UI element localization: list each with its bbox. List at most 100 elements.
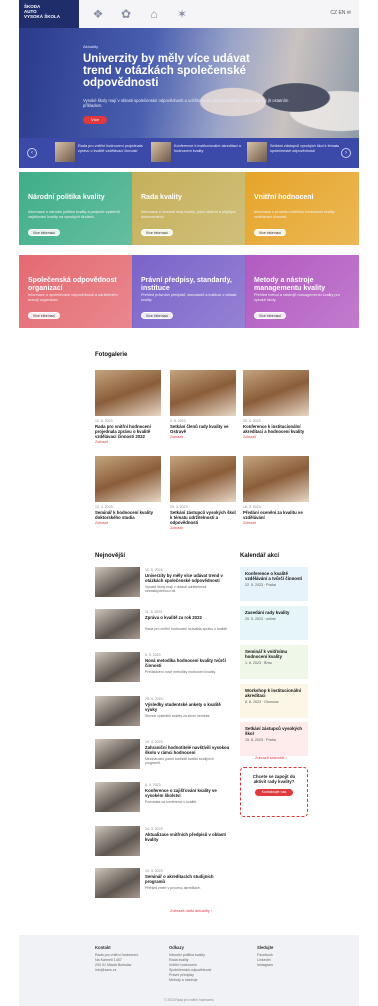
card-button[interactable]: Více informací bbox=[141, 229, 173, 236]
article-date: 24. 3. 2023 bbox=[145, 827, 163, 831]
article-item[interactable]: 5. 5. 2023 Nová metodika hodnocení kvalit… bbox=[95, 652, 230, 692]
nav-card[interactable]: Národní politika kvality Informace o náro… bbox=[19, 172, 133, 245]
gallery-title[interactable]: Setkání členů rady kvality ve Ostravě bbox=[170, 424, 236, 434]
article-title[interactable]: Seminář o akreditacích studijních progra… bbox=[145, 874, 230, 884]
article-image[interactable] bbox=[95, 696, 140, 726]
gallery-image[interactable] bbox=[95, 370, 161, 416]
chevron-right-icon[interactable]: › bbox=[341, 148, 351, 158]
gallery-tile[interactable]: 4. 5. 2023 Setkání členů rady kvality ve … bbox=[170, 370, 236, 439]
footer-heading: Odkazy bbox=[169, 945, 184, 950]
article-date: 15. 5. 2023 bbox=[145, 568, 163, 572]
event-title[interactable]: Zasedání rady kvality bbox=[245, 610, 303, 615]
event-card[interactable]: Konference o kvalitě vzdělávání a tvůrčí… bbox=[240, 567, 308, 601]
gallery-link[interactable]: Zobrazit bbox=[243, 435, 309, 439]
article-title[interactable]: Konference o zajišťování kvality ve vyso… bbox=[145, 788, 230, 798]
article-image[interactable] bbox=[95, 826, 140, 856]
gallery-link[interactable]: Zobrazit bbox=[243, 521, 309, 525]
gallery-date: 4. 5. 2023 bbox=[170, 419, 186, 423]
nav-card[interactable]: Vnitřní hodnocení Informace o procesu vni… bbox=[245, 172, 359, 245]
gallery-image[interactable] bbox=[243, 370, 309, 416]
article-title[interactable]: Aktualizace vnitřních předpisů v oblasti… bbox=[145, 832, 230, 842]
partner-logo-icon[interactable]: ⌂ bbox=[143, 7, 165, 21]
gallery-title[interactable]: Seminář k hodnocení kvality doktorského … bbox=[95, 510, 161, 520]
article-image[interactable] bbox=[95, 567, 140, 597]
article-item[interactable]: 19. 4. 2023 Zahraniční hodnotitelé navští… bbox=[95, 739, 230, 779]
strip-item[interactable]: Konference k institucionální akreditaci … bbox=[151, 142, 251, 164]
event-card[interactable]: Workshop k institucionální akreditaci 8. … bbox=[240, 684, 308, 718]
gallery-title[interactable]: Předání ocenění za kvalitu ve vzdělávání bbox=[243, 510, 309, 520]
gallery-tile[interactable]: 20. 4. 2023 Konference k institucionální … bbox=[243, 370, 309, 439]
gallery-link[interactable]: Zobrazit bbox=[170, 435, 236, 439]
event-title[interactable]: Seminář k vnitřnímu hodnocení kvality bbox=[245, 649, 303, 659]
gallery-tile[interactable]: 12. 5. 2023 Rada pro vnitřní hodnocení pr… bbox=[95, 370, 161, 444]
gallery-link[interactable]: Zobrazit bbox=[95, 521, 161, 525]
article-image[interactable] bbox=[95, 782, 140, 812]
article-item[interactable]: 15. 5. 2023 Univerzity by měly více udáva… bbox=[95, 567, 230, 607]
partner-logo-icon[interactable]: ✶ bbox=[171, 7, 193, 21]
event-card[interactable]: Zasedání rady kvality 25. 5. 2023 · onlin… bbox=[240, 606, 308, 640]
event-card[interactable]: Seminář k vnitřnímu hodnocení kvality 1. … bbox=[240, 645, 308, 679]
article-item[interactable]: 24. 3. 2023 Aktualizace vnitřních předpis… bbox=[95, 826, 230, 866]
card-description: Přehled metod a nástrojů managementu kva… bbox=[254, 293, 340, 302]
article-title[interactable]: Zpráva o kvalitě za rok 2022 bbox=[145, 615, 230, 620]
card-button[interactable]: Více informací bbox=[254, 312, 286, 319]
hero-title[interactable]: Univerzity by měly více udávat trend v o… bbox=[83, 53, 263, 89]
footer-link[interactable]: Metody a nástroje bbox=[169, 978, 249, 983]
event-title[interactable]: Setkání zástupců vysokých škol bbox=[245, 726, 303, 736]
article-title[interactable]: Výsledky studentské ankety o kvalitě výu… bbox=[145, 702, 230, 712]
article-item[interactable]: 10. 3. 2023 Seminář o akreditacích studij… bbox=[95, 868, 230, 908]
footer-link[interactable]: Instagram bbox=[257, 963, 337, 968]
card-button[interactable]: Více informací bbox=[141, 312, 173, 319]
footer-link[interactable]: info@savs.cz bbox=[95, 968, 175, 973]
language-nav[interactable]: CZ EN ✉ bbox=[330, 10, 351, 16]
gallery-image[interactable] bbox=[243, 456, 309, 502]
gallery-image[interactable] bbox=[170, 456, 236, 502]
gallery-image[interactable] bbox=[170, 370, 236, 416]
gallery-date: 20. 4. 2023 bbox=[243, 419, 261, 423]
article-date: 10. 3. 2023 bbox=[145, 869, 163, 873]
gallery-tile[interactable]: 13. 4. 2023 Seminář k hodnocení kvality d… bbox=[95, 456, 161, 525]
partner-logo-icon[interactable]: ✿ bbox=[115, 7, 137, 21]
gallery-title[interactable]: Konference k institucionální akreditaci … bbox=[243, 424, 309, 434]
strip-thumbnail bbox=[55, 142, 75, 162]
event-card[interactable]: Setkání zástupců vysokých škol 15. 6. 202… bbox=[240, 722, 308, 756]
strip-item[interactable]: Setkání zástupců vysokých škol k tématu … bbox=[247, 142, 347, 164]
article-item[interactable]: 6. 4. 2023 Konference o zajišťování kvali… bbox=[95, 782, 230, 822]
gallery-link[interactable]: Zobrazit bbox=[95, 440, 161, 444]
nav-card[interactable]: Právní předpisy, standardy, instituce Pře… bbox=[132, 255, 246, 328]
chevron-left-icon[interactable]: ‹ bbox=[27, 148, 37, 158]
logo[interactable]: ŠKODA AUTO VYSOKÁ ŠKOLA bbox=[19, 0, 79, 28]
article-description: Rada pro vnitřní hodnocení schválila zpr… bbox=[145, 627, 228, 631]
promo-button[interactable]: Kontaktujte nás bbox=[255, 789, 293, 797]
gallery-tile[interactable]: 16. 3. 2023 Předání ocenění za kvalitu ve… bbox=[243, 456, 309, 525]
article-title[interactable]: Univerzity by měly více udávat trend v o… bbox=[145, 573, 230, 583]
gallery-image[interactable] bbox=[95, 456, 161, 502]
event-title[interactable]: Workshop k institucionální akreditaci bbox=[245, 688, 303, 698]
article-image[interactable] bbox=[95, 739, 140, 769]
gallery-link[interactable]: Zobrazit bbox=[170, 526, 236, 530]
nav-card[interactable]: Metody a nástroje managementu kvality Pře… bbox=[245, 255, 359, 328]
article-item[interactable]: 28. 4. 2023 Výsledky studentské ankety o … bbox=[95, 696, 230, 736]
article-image[interactable] bbox=[95, 652, 140, 682]
card-button[interactable]: Více informací bbox=[254, 229, 286, 236]
card-description: Informace o činnosti rady kvality, jejím… bbox=[141, 210, 237, 219]
card-button[interactable]: Více informací bbox=[28, 229, 60, 236]
gallery-title[interactable]: Rada pro vnitřní hodnocení projednala zp… bbox=[95, 424, 161, 439]
article-image[interactable] bbox=[95, 609, 140, 639]
hero-more-button[interactable]: Více bbox=[83, 116, 107, 124]
card-button[interactable]: Více informací bbox=[28, 312, 60, 319]
nav-card[interactable]: Společenská odpovědnost organizací Inform… bbox=[19, 255, 133, 328]
more-articles-link[interactable]: Zobrazit další aktuality › bbox=[170, 908, 212, 913]
article-image[interactable] bbox=[95, 868, 140, 898]
article-title[interactable]: Nová metodika hodnocení kvality tvůrčí č… bbox=[145, 658, 230, 668]
article-item[interactable]: 11. 5. 2023 Zpráva o kvalitě za rok 2022 R… bbox=[95, 609, 230, 649]
partner-logo-icon[interactable]: ❖ bbox=[87, 7, 109, 21]
gallery-title[interactable]: Setkání zástupců vysokých škol k tématu … bbox=[170, 510, 236, 525]
gallery-tile[interactable]: 29. 3. 2023 Setkání zástupců vysokých ško… bbox=[170, 456, 236, 530]
nav-card[interactable]: Rada kvality Informace o činnosti rady kv… bbox=[132, 172, 246, 245]
article-title[interactable]: Zahraniční hodnotitelé navštívili vysoko… bbox=[145, 745, 230, 755]
strip-item[interactable]: Rada pro vnitřní hodnocení projednala zp… bbox=[55, 142, 155, 164]
calendar-link[interactable]: Zobrazit kalendář › bbox=[255, 756, 287, 760]
news-strip: ‹ Rada pro vnitřní hodnocení projednala … bbox=[19, 138, 359, 168]
event-title[interactable]: Konference o kvalitě vzdělávání a tvůrčí… bbox=[245, 571, 303, 581]
